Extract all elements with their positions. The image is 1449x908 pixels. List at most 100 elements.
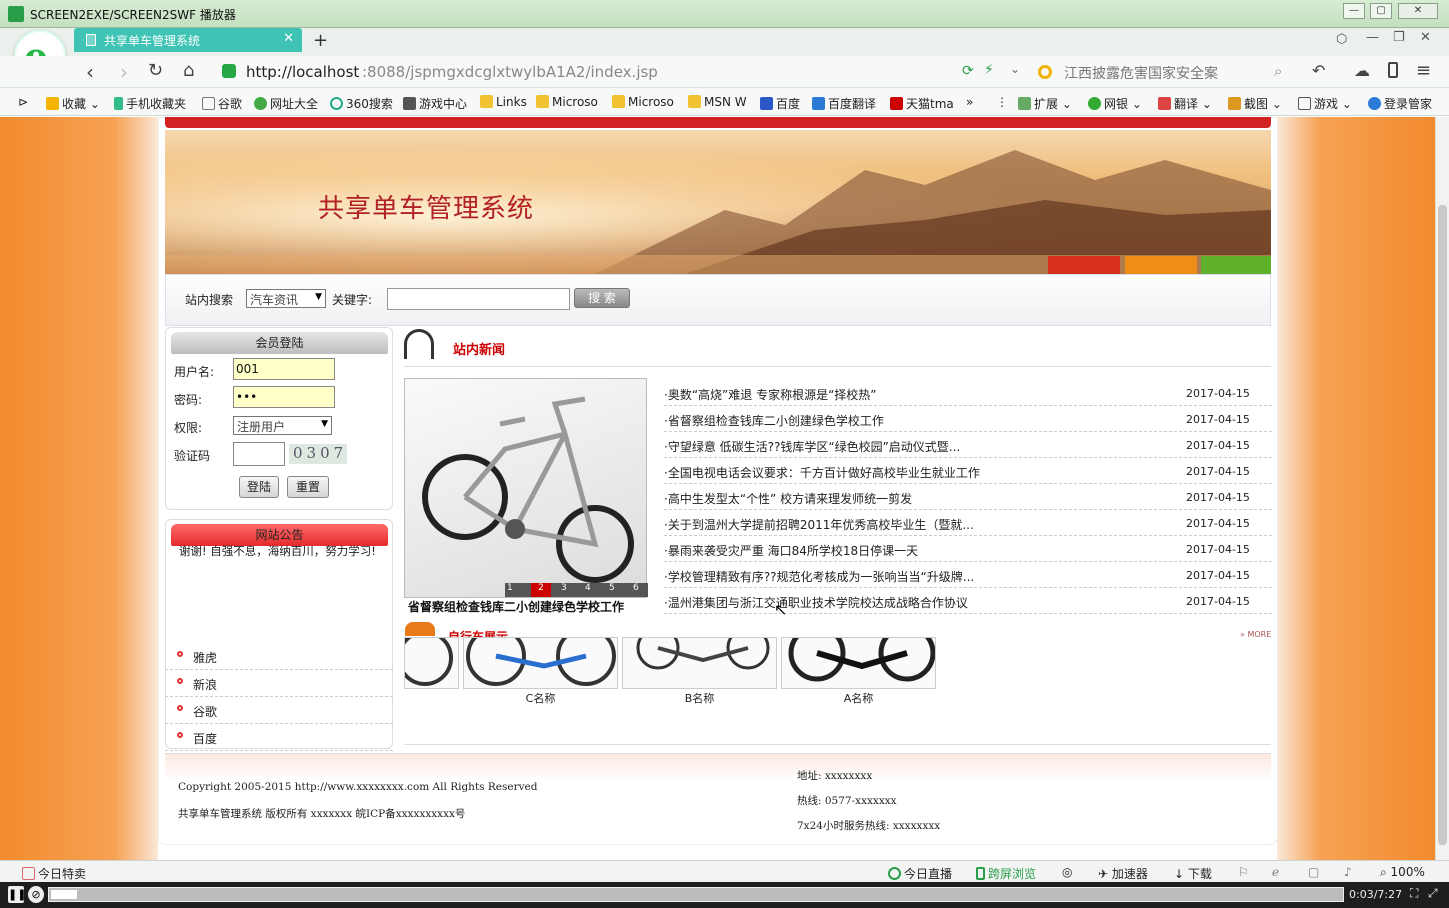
tab-pin-icon[interactable]: ⬡ bbox=[1336, 32, 1347, 47]
news-row[interactable]: ·省督察组检查钱库二小创建绿色学校工作 2017-04-15 bbox=[664, 406, 1272, 432]
close-tab-icon[interactable]: ✕ bbox=[283, 31, 294, 46]
friend-link[interactable]: 新浪 bbox=[165, 670, 393, 697]
bike-thumb-a[interactable] bbox=[781, 637, 936, 689]
status-flag-icon[interactable]: ⚐ bbox=[1238, 865, 1249, 879]
captcha-input[interactable] bbox=[233, 442, 285, 466]
bookmarks-more-icon[interactable]: » bbox=[966, 95, 973, 109]
bookmark-item[interactable]: 百度翻译 bbox=[812, 95, 876, 112]
pager-5[interactable]: 5 bbox=[609, 583, 615, 593]
news-row[interactable]: ·暴雨来袭受灾严重 海口84所学校18日停课一天 2017-04-15 bbox=[664, 536, 1272, 562]
status-window-icon[interactable]: ▢ bbox=[1308, 865, 1319, 879]
news-photo[interactable]: 1 2 3 4 5 6 bbox=[404, 378, 648, 598]
forward-icon[interactable]: › bbox=[120, 60, 128, 84]
status-sound-icon[interactable]: ♪ bbox=[1344, 865, 1352, 879]
bookmark-folder[interactable]: Links bbox=[480, 95, 527, 109]
seek-bar[interactable] bbox=[48, 887, 1344, 902]
bookmark-item[interactable]: 天猫tma bbox=[890, 95, 954, 112]
keyword-input[interactable] bbox=[387, 288, 570, 310]
status-speed-icon[interactable]: ◎ bbox=[1062, 865, 1072, 879]
new-tab-button[interactable]: + bbox=[313, 30, 328, 51]
password-input[interactable]: ••• bbox=[233, 386, 335, 408]
friend-link[interactable]: 谷歌 bbox=[165, 697, 393, 724]
news-row[interactable]: ·关于到温州大学提前招聘2011年优秀高校毕业生（暨就... 2017-04-15 bbox=[664, 510, 1272, 536]
scrollbar-thumb[interactable] bbox=[1438, 205, 1447, 845]
status-cross-screen[interactable]: 跨屏浏览 bbox=[976, 865, 1036, 882]
zoom-level[interactable]: ⌕ 100% bbox=[1380, 865, 1425, 880]
captcha-image[interactable]: 0307 bbox=[289, 444, 347, 464]
bookmark-item[interactable]: 网址大全 bbox=[254, 95, 318, 112]
site-nav-bar[interactable] bbox=[165, 117, 1271, 128]
login-button[interactable]: 登陆 bbox=[239, 476, 279, 498]
fullscreen-icon[interactable]: ⛶ bbox=[1410, 886, 1418, 901]
url-dropdown-icon[interactable]: ⌄ bbox=[1010, 62, 1020, 76]
extension-item[interactable]: 截图 ⌄ bbox=[1228, 95, 1282, 112]
bike-thumb-c[interactable] bbox=[463, 637, 618, 689]
bookmark-item[interactable]: 360搜索 bbox=[330, 95, 393, 112]
status-live[interactable]: 今日直播 bbox=[888, 865, 952, 882]
news-row[interactable]: ·奥数“高烧”难退 专家称根源是“择校热” 2017-04-15 bbox=[664, 380, 1272, 406]
friend-link[interactable]: 百度 bbox=[165, 724, 393, 751]
search-engine-icon[interactable] bbox=[1038, 65, 1052, 79]
bookmark-folder[interactable]: Microso bbox=[612, 95, 674, 109]
bookmark-item[interactable]: 收藏 ⌄ bbox=[46, 95, 100, 112]
back-icon[interactable]: ‹ bbox=[86, 60, 94, 84]
bookmarks-overflow-icon[interactable]: ⋮ bbox=[996, 95, 1008, 109]
expand-icon[interactable]: ⤢ bbox=[1428, 886, 1438, 901]
phone-icon[interactable] bbox=[1388, 62, 1398, 78]
status-ie-icon[interactable]: ℯ bbox=[1272, 865, 1279, 879]
status-accelerator[interactable]: ✈ 加速器 bbox=[1098, 865, 1148, 882]
reset-button[interactable]: 重置 bbox=[287, 476, 329, 498]
stop-button[interactable]: ⊘ bbox=[28, 886, 44, 903]
reload-icon[interactable]: ↻ bbox=[148, 60, 163, 81]
home-icon[interactable]: ⌂ bbox=[183, 60, 194, 81]
browser-close-button[interactable]: ✕ bbox=[1420, 30, 1431, 45]
page-scrollbar[interactable] bbox=[1435, 117, 1449, 860]
tab-active[interactable]: 共享单车管理系统 ✕ bbox=[74, 28, 302, 52]
bike-caption[interactable]: B名称 bbox=[622, 690, 777, 706]
undo-icon[interactable]: ↶ bbox=[1312, 61, 1325, 80]
extension-item[interactable]: 登录管家 bbox=[1368, 95, 1432, 112]
cloud-icon[interactable]: ☁ bbox=[1354, 61, 1370, 80]
browser-minimize-button[interactable]: — bbox=[1366, 30, 1379, 45]
minimize-button[interactable]: — bbox=[1343, 3, 1365, 19]
bookmark-folder[interactable]: MSN W bbox=[688, 95, 747, 109]
refresh-accelerate-icon[interactable]: ⟳ bbox=[962, 63, 974, 79]
menu-icon[interactable]: ≡ bbox=[1416, 60, 1431, 81]
news-row[interactable]: ·学校管理精致有序??规范化考核成为一张响当当“升级牌... 2017-04-15 bbox=[664, 562, 1272, 588]
extension-item[interactable]: 翻译 ⌄ bbox=[1158, 95, 1212, 112]
bike-thumb[interactable] bbox=[404, 637, 459, 689]
bike-more-link[interactable]: » MORE bbox=[1240, 630, 1271, 639]
close-window-button[interactable]: ✕ bbox=[1398, 3, 1438, 19]
photo-caption[interactable]: 省督察组检查钱库二小创建绿色学校工作 bbox=[408, 598, 624, 615]
url-path[interactable]: :8088/jspmgxdcglxtwylbA1A2/index.jsp bbox=[362, 63, 658, 81]
search-button[interactable]: 搜 索 bbox=[574, 288, 630, 308]
extension-item[interactable]: 扩展 ⌄ bbox=[1018, 95, 1072, 112]
extension-item[interactable]: 游戏 ⌄ bbox=[1298, 95, 1352, 112]
bookmark-item[interactable]: 手机收藏夹 bbox=[114, 95, 186, 112]
url-host[interactable]: http://localhost bbox=[246, 63, 359, 81]
bookmark-folder[interactable]: Microso bbox=[536, 95, 598, 109]
bike-thumb-b[interactable] bbox=[622, 637, 777, 689]
search-icon[interactable]: ⌕ bbox=[1274, 62, 1282, 80]
username-input[interactable]: 001 bbox=[233, 358, 335, 380]
lightning-icon[interactable]: ⚡ bbox=[984, 62, 994, 78]
search-type-select[interactable]: 汽车资讯 bbox=[246, 289, 326, 308]
pause-button[interactable]: ❚❚ bbox=[8, 886, 26, 903]
search-input[interactable]: 江西披露危害国家安全案 bbox=[1064, 63, 1218, 83]
bookmark-item[interactable]: 谷歌 bbox=[202, 95, 242, 112]
role-select[interactable]: 注册用户 bbox=[233, 416, 332, 435]
maximize-button[interactable]: ▢ bbox=[1370, 3, 1392, 19]
news-row[interactable]: ·温州港集团与浙江交通职业技术学院校达成战略合作协议 2017-04-15 bbox=[664, 588, 1272, 614]
news-row[interactable]: ·全国电视电话会议要求：千方百计做好高校毕业生就业工作 2017-04-15 bbox=[664, 458, 1272, 484]
status-deals[interactable]: 今日特卖 bbox=[22, 865, 86, 882]
friend-link[interactable]: 雅虎 bbox=[165, 643, 393, 670]
pager-1[interactable]: 1 bbox=[507, 583, 513, 593]
pager-6[interactable]: 6 bbox=[633, 583, 639, 593]
secure-shield-icon[interactable] bbox=[222, 64, 236, 78]
extension-item[interactable]: 网银 ⌄ bbox=[1088, 95, 1142, 112]
status-download[interactable]: ↓ 下载 bbox=[1174, 865, 1212, 882]
news-row[interactable]: ·高中生发型太“个性” 校方请来理发师统一剪发 2017-04-15 bbox=[664, 484, 1272, 510]
bookmark-item[interactable]: 游戏中心 bbox=[403, 95, 467, 112]
pager-4[interactable]: 4 bbox=[585, 583, 591, 593]
pager-2[interactable]: 2 bbox=[531, 583, 551, 597]
